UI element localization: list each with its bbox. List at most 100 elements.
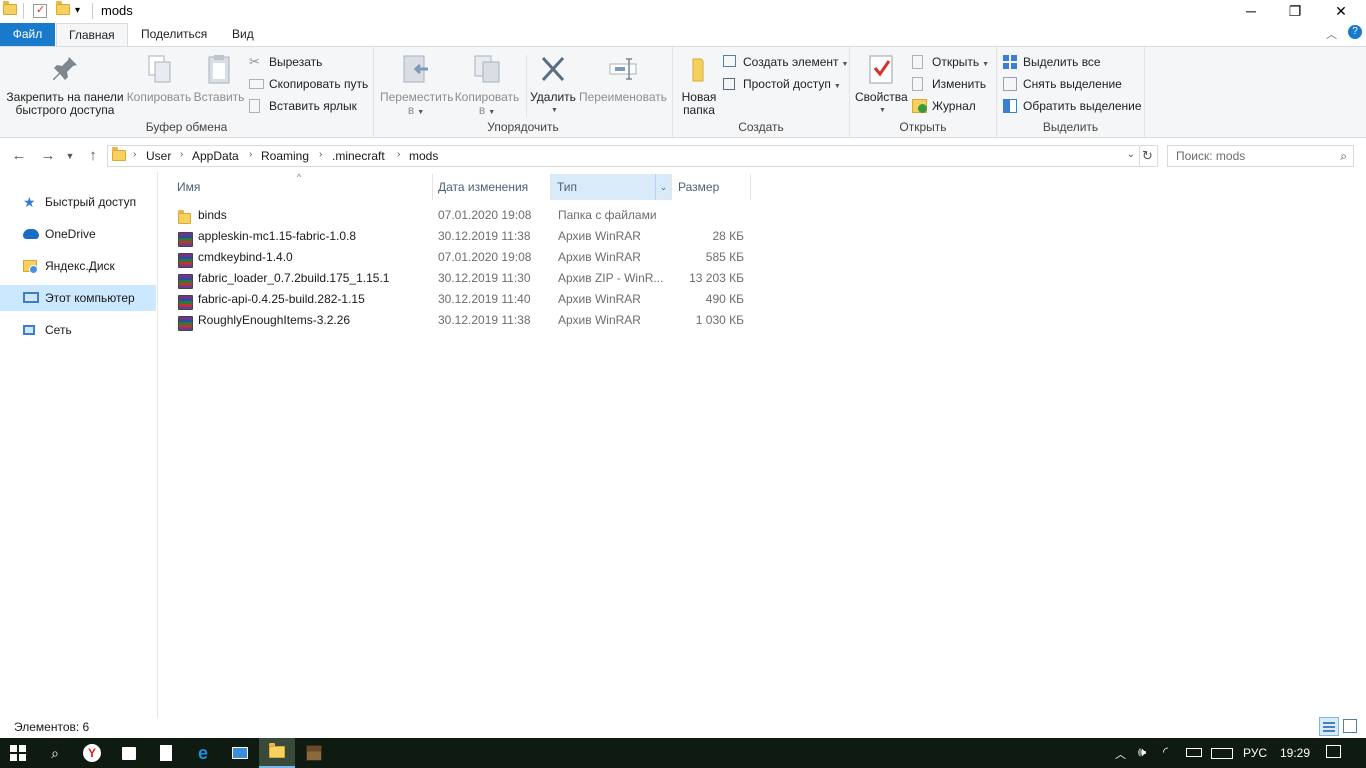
tab-file[interactable]: Файл <box>0 23 55 46</box>
file-row[interactable]: fabric_loader_0.7.2build.175_1.15.1 30.1… <box>174 268 754 289</box>
new-folder-quick-icon[interactable] <box>56 1 70 18</box>
new-item-label: Создать элемент <box>743 55 839 69</box>
clock[interactable]: 19:29 <box>1280 746 1310 760</box>
new-folder-icon <box>683 53 715 85</box>
tray-expand-icon[interactable]: ︿ <box>1115 746 1126 762</box>
breadcrumb-minecraft[interactable]: .minecraft <box>332 149 385 163</box>
copy-to-button[interactable]: Копировать в ▼ <box>452 53 522 119</box>
rename-button[interactable]: Переименовать <box>578 53 668 104</box>
refresh-button[interactable]: ↻ <box>1138 145 1158 167</box>
breadcrumb-user[interactable]: User <box>146 149 171 163</box>
group-clipboard: Закрепить на панели быстрого доступа Коп… <box>0 47 374 137</box>
open-dropdown-icon: ▼ <box>982 61 990 68</box>
select-none-button[interactable]: Снять выделение <box>1003 75 1122 93</box>
nav-item-label: Этот компьютер <box>45 291 135 305</box>
ribbon-tabs: Файл Главная Поделиться Вид ︿ ? <box>0 23 1366 47</box>
pin-label-2: быстрого доступа <box>15 103 115 117</box>
nav-item-yandex-disk[interactable]: Яндекс.Диск <box>0 253 156 279</box>
winrar-icon <box>178 250 194 268</box>
search-icon[interactable]: ⌕ <box>37 738 73 768</box>
nav-item-quick-access[interactable]: ★ Быстрый доступ <box>0 189 156 215</box>
nav-item-network[interactable]: Сеть <box>0 317 156 343</box>
delete-button[interactable]: Удалить ▼ <box>528 53 578 117</box>
tab-share[interactable]: Поделиться <box>129 23 219 46</box>
volume-icon[interactable]: 🕪 <box>1138 744 1146 760</box>
file-row[interactable]: RoughlyEnoughItems-3.2.26 30.12.2019 11:… <box>174 310 754 331</box>
search-input[interactable]: Поиск: mods ⌕ <box>1167 145 1354 167</box>
up-button[interactable]: ↑ <box>82 146 104 166</box>
copy-button[interactable]: Копировать <box>126 53 192 104</box>
paste-shortcut-button[interactable]: Вставить ярлык <box>249 97 357 115</box>
address-dropdown-icon[interactable]: ⌄ <box>1127 149 1135 160</box>
file-row[interactable]: appleskin-mc1.15-fabric-1.0.8 30.12.2019… <box>174 226 754 247</box>
minecraft-icon[interactable] <box>296 738 332 768</box>
start-windows-icon[interactable] <box>0 738 36 768</box>
recent-locations-dropdown-icon[interactable]: ▼ <box>62 146 78 166</box>
select-all-label: Выделить все <box>1023 55 1101 69</box>
file-size: 1 030 КБ <box>695 313 744 327</box>
pin-quick-access-button[interactable]: Закрепить на панели быстрого доступа <box>4 53 126 117</box>
restore-button[interactable]: ❐ <box>1272 0 1318 22</box>
forward-button[interactable]: → <box>37 146 59 166</box>
address-bar[interactable]: › User › AppData › Roaming › .minecraft … <box>107 145 1140 167</box>
cut-button[interactable]: ✂ Вырезать <box>249 53 322 71</box>
back-button[interactable]: ← <box>8 146 30 166</box>
edit-button[interactable]: Изменить <box>912 75 986 93</box>
properties-button[interactable]: Свойства ▼ <box>855 53 908 117</box>
breadcrumb-mods[interactable]: mods <box>409 149 438 163</box>
close-button[interactable]: ✕ <box>1318 0 1364 22</box>
history-button[interactable]: Журнал <box>912 97 976 115</box>
edit-label: Изменить <box>932 77 987 91</box>
column-header-type[interactable]: Тип ⌄ <box>551 174 671 200</box>
copy-path-button[interactable]: Скопировать путь <box>249 75 368 93</box>
delete-x-icon <box>537 53 569 85</box>
nav-item-this-pc[interactable]: Этот компьютер <box>0 285 156 311</box>
battery-icon[interactable] <box>1186 748 1202 757</box>
column-header-date[interactable]: Дата изменения <box>432 174 550 200</box>
column-divider[interactable] <box>750 174 751 200</box>
wifi-icon[interactable]: ◜ <box>1163 744 1168 760</box>
file-type: Архив WinRAR <box>558 292 641 306</box>
file-row[interactable]: binds 07.01.2020 19:08 Папка с файлами <box>174 205 754 226</box>
minimize-button[interactable]: ─ <box>1228 0 1274 22</box>
new-item-button[interactable]: Создать элемент ▼ <box>723 53 848 71</box>
easy-access-button[interactable]: Простой доступ ▼ <box>723 75 841 93</box>
control-panel-icon[interactable] <box>222 738 258 768</box>
invert-selection-button[interactable]: Обратить выделение <box>1003 97 1142 115</box>
new-folder-button[interactable]: Новая папка <box>678 53 720 117</box>
file-row[interactable]: cmdkeybind-1.4.0 07.01.2020 19:08 Архив … <box>174 247 754 268</box>
cloud-icon <box>23 229 39 239</box>
file-explorer-taskbar-icon[interactable] <box>259 738 295 768</box>
scissors-icon: ✂ <box>249 54 260 69</box>
qat-dropdown-icon[interactable]: ▾ <box>75 5 89 19</box>
language-indicator[interactable]: РУС <box>1243 746 1267 760</box>
action-center-icon[interactable] <box>1326 745 1341 758</box>
breadcrumb-appdata[interactable]: AppData <box>192 149 239 163</box>
tab-home[interactable]: Главная <box>56 23 128 47</box>
details-view-icon[interactable] <box>1319 717 1339 736</box>
file-row[interactable]: fabric-api-0.4.25-build.282-1.15 30.12.2… <box>174 289 754 310</box>
new-item-icon <box>723 55 736 67</box>
help-icon[interactable]: ? <box>1348 25 1362 39</box>
move-to-button[interactable]: Переместить в ▼ <box>380 53 454 119</box>
file-list: ^ Имя Дата изменения Тип ⌄ Размер binds … <box>160 172 1366 717</box>
column-filter-dropdown-icon[interactable]: ⌄ <box>655 174 671 200</box>
open-button[interactable]: Открыть ▼ <box>912 53 989 71</box>
large-icons-view-icon[interactable] <box>1343 719 1357 733</box>
search-icon[interactable]: ⌕ <box>1340 146 1347 166</box>
edge-icon[interactable]: e <box>185 738 221 768</box>
properties-quick-icon[interactable]: ✓ <box>33 4 47 18</box>
notepad-icon[interactable] <box>148 738 184 768</box>
file-name: fabric-api-0.4.25-build.282-1.15 <box>198 292 365 306</box>
breadcrumb-roaming[interactable]: Roaming <box>261 149 309 163</box>
column-header-size[interactable]: Размер <box>672 174 750 200</box>
store-icon[interactable] <box>111 738 147 768</box>
nav-item-onedrive[interactable]: OneDrive <box>0 221 156 247</box>
keyboard-icon[interactable] <box>1211 748 1233 759</box>
column-header-name[interactable]: Имя <box>171 174 431 200</box>
paste-button[interactable]: Вставить <box>193 53 245 104</box>
select-all-button[interactable]: Выделить все <box>1003 53 1101 71</box>
collapse-ribbon-icon[interactable]: ︿ <box>1326 26 1337 42</box>
yandex-browser-icon[interactable]: Y <box>74 738 110 768</box>
tab-view[interactable]: Вид <box>220 23 266 46</box>
